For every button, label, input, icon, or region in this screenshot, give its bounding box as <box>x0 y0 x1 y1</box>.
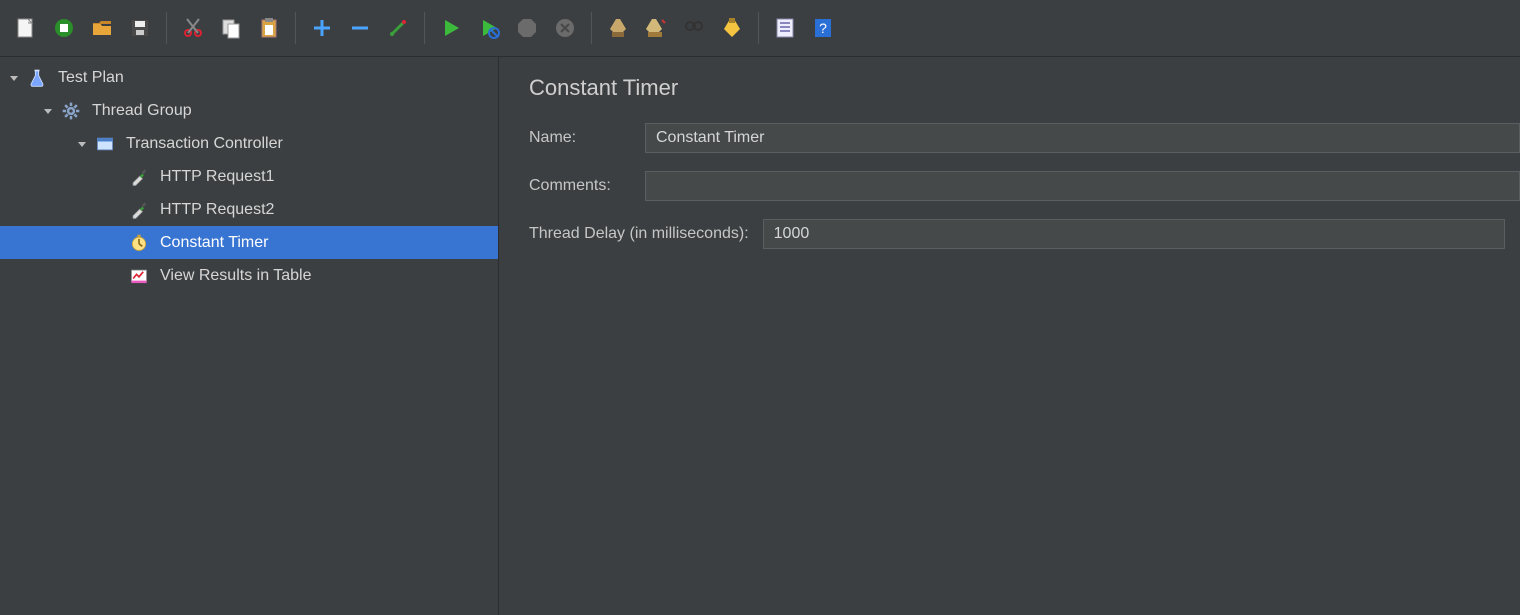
toolbar-separator <box>295 12 296 44</box>
tree-node-label: View Results in Table <box>160 267 312 285</box>
name-input[interactable] <box>645 123 1520 153</box>
tree-panel: Test Plan Thread Group Transaction Control… <box>0 57 499 615</box>
options-icon <box>773 16 797 40</box>
stop-button[interactable] <box>509 10 545 46</box>
start-button[interactable] <box>433 10 469 46</box>
tree-toggle[interactable] <box>74 136 90 152</box>
thread-delay-input[interactable] <box>763 219 1505 249</box>
shutdown-button[interactable] <box>547 10 583 46</box>
help-icon: ? <box>811 16 835 40</box>
start-no-pauses-icon <box>477 16 501 40</box>
help-button[interactable]: ? <box>805 10 841 46</box>
tree-node-label: Thread Group <box>92 102 192 120</box>
timer-icon <box>128 232 150 254</box>
tree-node-label: HTTP Request1 <box>160 168 274 186</box>
open-icon <box>90 16 114 40</box>
tree-node-label: HTTP Request2 <box>160 201 274 219</box>
tree-node-label: Test Plan <box>58 69 124 87</box>
templates-button[interactable] <box>46 10 82 46</box>
tree-node-constant-timer[interactable]: Constant Timer <box>0 226 498 259</box>
thread-delay-label: Thread Delay (in milliseconds): <box>529 225 749 243</box>
options-button[interactable] <box>767 10 803 46</box>
expand-button[interactable] <box>304 10 340 46</box>
tree-toggle-none <box>108 169 124 185</box>
gear-icon <box>60 100 82 122</box>
comments-input[interactable] <box>645 171 1520 201</box>
dropper-icon <box>128 199 150 221</box>
function-helper-button[interactable] <box>714 10 750 46</box>
tree-node-label: Transaction Controller <box>126 135 283 153</box>
copy-button[interactable] <box>213 10 249 46</box>
save-icon <box>128 16 152 40</box>
tree-toggle-none <box>108 235 124 251</box>
cut-button[interactable] <box>175 10 211 46</box>
toolbar-separator <box>166 12 167 44</box>
tree-node-http-request-2[interactable]: HTTP Request2 <box>0 193 498 226</box>
cut-icon <box>181 16 205 40</box>
clear-all-button[interactable] <box>638 10 674 46</box>
templates-icon <box>52 16 76 40</box>
tree-node-view-results[interactable]: View Results in Table <box>0 259 498 292</box>
flask-icon <box>26 67 48 89</box>
tree-toggle[interactable] <box>40 103 56 119</box>
dropper-icon <box>128 166 150 188</box>
paste-icon <box>257 16 281 40</box>
tree-node-test-plan[interactable]: Test Plan <box>0 61 498 94</box>
tree-node-http-request-1[interactable]: HTTP Request1 <box>0 160 498 193</box>
clear-all-icon <box>644 16 668 40</box>
search-button[interactable] <box>676 10 712 46</box>
svg-text:?: ? <box>819 20 827 36</box>
open-button[interactable] <box>84 10 120 46</box>
name-label: Name: <box>529 129 631 147</box>
function-helper-icon <box>720 16 744 40</box>
toolbar: ? <box>0 0 1520 57</box>
collapse-button[interactable] <box>342 10 378 46</box>
controller-icon <box>94 133 116 155</box>
shutdown-icon <box>553 16 577 40</box>
search-icon <box>682 16 706 40</box>
expand-icon <box>310 16 334 40</box>
tree-toggle-none <box>108 268 124 284</box>
tree-node-label: Constant Timer <box>160 234 268 252</box>
results-icon <box>128 265 150 287</box>
stop-icon <box>515 16 539 40</box>
toolbar-separator <box>591 12 592 44</box>
copy-icon <box>219 16 243 40</box>
tree-node-thread-group[interactable]: Thread Group <box>0 94 498 127</box>
toggle-button[interactable] <box>380 10 416 46</box>
paste-button[interactable] <box>251 10 287 46</box>
tree-toggle-none <box>108 202 124 218</box>
comments-label: Comments: <box>529 177 631 195</box>
tree-node-transaction-controller[interactable]: Transaction Controller <box>0 127 498 160</box>
save-button[interactable] <box>122 10 158 46</box>
clear-button[interactable] <box>600 10 636 46</box>
toolbar-separator <box>758 12 759 44</box>
tree-toggle[interactable] <box>6 70 22 86</box>
content-panel: Constant Timer Name: Comments: Thread De… <box>499 57 1520 615</box>
clear-icon <box>606 16 630 40</box>
collapse-icon <box>348 16 372 40</box>
new-button[interactable] <box>8 10 44 46</box>
toggle-icon <box>386 16 410 40</box>
new-icon <box>14 16 38 40</box>
start-no-pauses-button[interactable] <box>471 10 507 46</box>
toolbar-separator <box>424 12 425 44</box>
panel-title: Constant Timer <box>529 75 1520 101</box>
start-icon <box>439 16 463 40</box>
